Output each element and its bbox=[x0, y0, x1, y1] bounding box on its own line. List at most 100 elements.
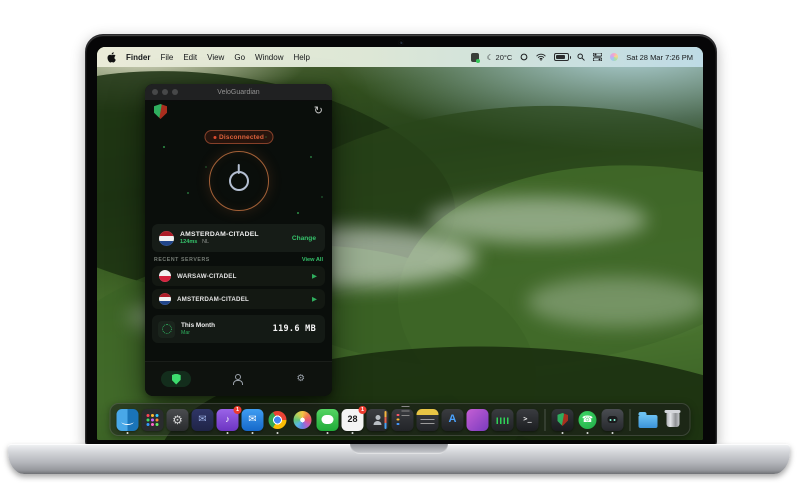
dock-icon-calendar[interactable]: 28 1 bbox=[341, 405, 367, 434]
zoom-button[interactable] bbox=[172, 89, 178, 95]
data-usage-card[interactable]: This Month Mar 119.6 MB bbox=[152, 315, 325, 343]
connect-icon[interactable]: ▶ bbox=[312, 272, 317, 280]
dock-icon-launchpad[interactable] bbox=[141, 408, 164, 431]
veloguardian-icon bbox=[557, 413, 568, 426]
connection-status-badge: Disconnected bbox=[203, 130, 274, 144]
recent-servers-heading: RECENT SERVERS bbox=[154, 257, 210, 263]
laptop-thumb-notch bbox=[350, 444, 448, 454]
vpn-status-menu-icon[interactable] bbox=[470, 52, 480, 63]
selected-server-card[interactable]: AMSTERDAM-CITADEL 124ms NL Change bbox=[152, 224, 325, 252]
network-constellation bbox=[145, 84, 147, 86]
macos-screen: Finder File Edit View Go Window Help ☾ 2… bbox=[97, 47, 703, 440]
dock-separator bbox=[544, 408, 546, 431]
notification-badge: 1 bbox=[358, 405, 367, 414]
dock-icon-photos[interactable] bbox=[292, 409, 314, 431]
activity-monitor-icon bbox=[496, 415, 509, 424]
server-name: AMSTERDAM-CITADEL bbox=[180, 230, 259, 238]
menu-bar: Finder File Edit View Go Window Help ☾ 2… bbox=[97, 47, 703, 67]
active-app-name[interactable]: Finder bbox=[126, 53, 150, 62]
dock-icon-activity-monitor[interactable] bbox=[491, 408, 514, 431]
app-shield-logo bbox=[154, 104, 167, 119]
dock-icon-contacts[interactable] bbox=[366, 408, 389, 431]
poland-flag-icon bbox=[159, 270, 171, 282]
recent-server-row[interactable]: WARSAW-CITADEL ▶ bbox=[152, 266, 325, 286]
menu-view[interactable]: View bbox=[207, 53, 224, 62]
connect-icon[interactable]: ▶ bbox=[312, 295, 317, 303]
tab-vpn-shield[interactable] bbox=[161, 371, 192, 387]
change-server-button[interactable]: Change bbox=[292, 235, 316, 242]
photos-menu-icon[interactable] bbox=[610, 53, 619, 61]
window-titlebar[interactable]: VeloGuardian bbox=[145, 84, 332, 101]
search-icon[interactable] bbox=[577, 53, 585, 61]
downloads-icon bbox=[638, 412, 657, 428]
dock-icon-notes[interactable] bbox=[416, 408, 439, 431]
wifi-icon[interactable] bbox=[536, 53, 546, 61]
menu-window[interactable]: Window bbox=[255, 53, 283, 62]
minimize-button[interactable] bbox=[162, 89, 168, 95]
terminal-icon: >_ bbox=[523, 415, 532, 423]
usage-month-label: Mar bbox=[181, 330, 190, 337]
refresh-icon[interactable]: ↻ bbox=[314, 104, 323, 119]
running-indicator bbox=[126, 432, 129, 434]
launchpad-icon bbox=[147, 414, 159, 426]
dock-icon-reminders[interactable] bbox=[391, 408, 414, 431]
view-all-link[interactable]: View All bbox=[302, 257, 323, 263]
dock-icon-finder[interactable] bbox=[116, 408, 139, 434]
menu-edit[interactable]: Edit bbox=[183, 53, 197, 62]
dock-icon-mail[interactable]: ✉ bbox=[241, 408, 264, 434]
running-indicator bbox=[561, 432, 564, 434]
apple-menu-icon[interactable] bbox=[107, 51, 116, 63]
power-icon bbox=[228, 171, 249, 191]
dock-icon-whatsapp[interactable]: ☎ bbox=[577, 409, 599, 434]
connect-power-button[interactable] bbox=[208, 151, 269, 211]
robot-app-icon bbox=[607, 416, 618, 423]
tab-account[interactable] bbox=[223, 371, 253, 387]
chrome-icon bbox=[268, 410, 287, 429]
dock-icon-trash[interactable] bbox=[662, 409, 684, 431]
usage-ring-icon bbox=[158, 320, 175, 338]
whatsapp-icon: ☎ bbox=[578, 410, 597, 429]
laptop-base bbox=[8, 444, 790, 474]
laptop-mockup: Finder File Edit View Go Window Help ☾ 2… bbox=[0, 0, 800, 483]
running-indicator bbox=[326, 432, 329, 434]
dock-icon-settings[interactable]: ⚙ bbox=[166, 408, 189, 431]
menu-clock[interactable]: Sat 28 Mar 7:26 PM bbox=[626, 53, 693, 62]
control-center-icon[interactable] bbox=[593, 53, 603, 61]
menu-help[interactable]: Help bbox=[293, 53, 309, 62]
trash-icon bbox=[664, 410, 681, 427]
tab-settings[interactable]: ⚙ bbox=[286, 371, 316, 387]
webcam bbox=[398, 40, 404, 45]
menu-file[interactable]: File bbox=[160, 53, 173, 62]
dock-icon-chrome[interactable] bbox=[267, 409, 289, 434]
app-tab-bar: ⚙ bbox=[145, 361, 332, 396]
dock-icon-downloads[interactable] bbox=[637, 409, 659, 431]
dock-icon-terminal[interactable]: >_ bbox=[516, 408, 539, 431]
running-indicator bbox=[611, 432, 614, 434]
battery-icon[interactable] bbox=[554, 53, 572, 61]
dock-icon-mail-dark[interactable]: ✉ bbox=[191, 408, 214, 431]
settings-icon: ⚙ bbox=[172, 412, 183, 427]
server-ping: 124ms bbox=[180, 239, 198, 246]
photos-icon bbox=[293, 410, 312, 429]
appstore-icon: A bbox=[448, 413, 457, 425]
person-icon bbox=[233, 374, 243, 385]
dock-icon-robot-app[interactable] bbox=[601, 408, 624, 434]
dock-icon-purple-app[interactable] bbox=[466, 408, 489, 431]
shortcuts-icon[interactable] bbox=[520, 53, 528, 61]
reminders-icon bbox=[397, 414, 409, 426]
recent-server-name: AMSTERDAM-CITADEL bbox=[177, 295, 250, 303]
status-dot-icon bbox=[212, 135, 216, 139]
netherlands-flag-icon bbox=[159, 293, 171, 305]
weather-status[interactable]: ☾ 20°C bbox=[487, 53, 513, 62]
dock-icon-messages[interactable] bbox=[316, 408, 339, 434]
podcasts-icon: ♪ bbox=[225, 414, 230, 424]
veloguardian-window: VeloGuardian ↻ Disconnected AMSTERDAM-CI… bbox=[145, 84, 332, 396]
dock-icon-podcasts[interactable]: ♪ 1 bbox=[216, 405, 242, 434]
dock-icon-veloguardian[interactable] bbox=[551, 408, 574, 434]
recent-server-row[interactable]: AMSTERDAM-CITADEL ▶ bbox=[152, 289, 325, 309]
mail-icon: ✉ bbox=[248, 413, 257, 425]
contacts-icon bbox=[374, 415, 382, 424]
close-button[interactable] bbox=[152, 89, 158, 95]
menu-go[interactable]: Go bbox=[234, 53, 245, 62]
dock-icon-appstore[interactable]: A bbox=[441, 408, 464, 431]
